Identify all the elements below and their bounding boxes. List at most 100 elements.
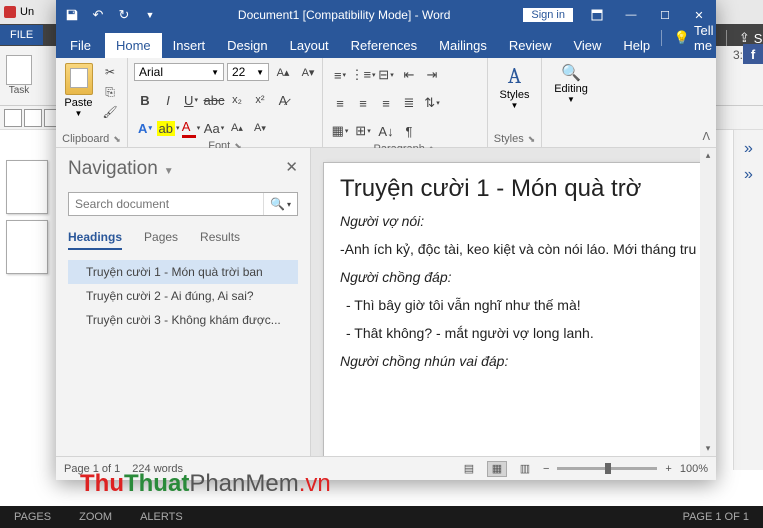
signin-button[interactable]: Sign in — [522, 7, 574, 23]
font-name-select[interactable]: Arial▼ — [134, 63, 224, 81]
nav-heading-item[interactable]: Truyện cười 1 - Món quà trời ban — [68, 260, 298, 284]
font-size-value: 22 — [232, 65, 245, 79]
clear-format-icon[interactable]: A̷ — [272, 89, 294, 111]
shrink-font2-icon[interactable]: A▾ — [249, 117, 271, 139]
zoom-in-icon[interactable]: + — [665, 463, 671, 475]
underline-button[interactable]: U▾ — [180, 89, 202, 111]
change-case-icon[interactable]: Aa▾ — [203, 117, 225, 139]
editing-button[interactable]: 🔍 Editing ▼ — [546, 61, 596, 106]
tellme-button[interactable]: 💡Tell me — [666, 18, 722, 58]
bullets-icon[interactable]: ≡▾ — [329, 64, 351, 86]
tab-view[interactable]: View — [562, 33, 612, 58]
share-button[interactable]: ⇪ Share — [731, 25, 763, 51]
italic-button[interactable]: I — [157, 89, 179, 111]
bg-file-tab[interactable]: FILE — [0, 25, 43, 45]
show-marks-icon[interactable]: ¶ — [398, 120, 420, 142]
bold-button[interactable]: B — [134, 89, 156, 111]
justify-icon[interactable]: ≣ — [398, 92, 420, 114]
align-center-icon[interactable]: ≡ — [352, 92, 374, 114]
chevron-icon[interactable]: » — [744, 140, 753, 158]
ribbon-options-icon[interactable] — [580, 0, 614, 30]
decrease-indent-icon[interactable]: ⇤ — [398, 64, 420, 86]
nav-heading-item[interactable]: Truyện cười 3 - Không khám được... — [68, 308, 298, 332]
tab-insert[interactable]: Insert — [162, 33, 217, 58]
nav-close-icon[interactable]: ✕ — [285, 158, 298, 176]
web-layout-icon[interactable]: ▥ — [515, 461, 535, 477]
print-layout-icon[interactable]: ▦ — [487, 461, 507, 477]
increase-indent-icon[interactable]: ⇥ — [421, 64, 443, 86]
doc-heading: Truyện cười 1 - Món quà trờ — [340, 175, 699, 203]
qat-dropdown-icon[interactable]: ▼ — [138, 3, 162, 27]
document-area: Truyện cười 1 - Món quà trờ Người vợ nói… — [311, 148, 716, 456]
nav-tab-results[interactable]: Results — [200, 230, 240, 250]
read-mode-icon[interactable]: ▤ — [459, 461, 479, 477]
doc-text: - Thì bây giờ tôi vẫn nghĩ như thế mà! — [340, 297, 699, 313]
zoom-value[interactable]: 100% — [680, 463, 708, 475]
redo-icon[interactable]: ↻ — [112, 3, 136, 27]
tab-design[interactable]: Design — [216, 33, 278, 58]
tab-references[interactable]: References — [340, 33, 428, 58]
grow-font-icon[interactable]: A▴ — [272, 61, 294, 83]
chevron-icon[interactable]: » — [744, 166, 753, 184]
search-input[interactable] — [69, 193, 263, 215]
sort-icon[interactable]: A↓ — [375, 120, 397, 142]
text-effects-icon[interactable]: A▾ — [134, 117, 156, 139]
scrollbar[interactable]: ▴▾ — [700, 148, 716, 456]
shrink-font-icon[interactable]: A▾ — [297, 61, 319, 83]
nav-search: 🔍▾ — [68, 192, 298, 216]
format-painter-icon[interactable]: 🖌 — [99, 103, 121, 121]
nav-heading-item[interactable]: Truyện cười 2 - Ai đúng, Ai sai? — [68, 284, 298, 308]
align-right-icon[interactable]: ≡ — [375, 92, 397, 114]
copy-icon[interactable]: ⎘ — [99, 83, 121, 101]
paste-button[interactable]: Paste ▼ — [62, 61, 95, 118]
status-page[interactable]: Page 1 of 1 — [64, 463, 120, 475]
save-icon[interactable] — [60, 3, 84, 27]
shading-icon[interactable]: ▦▾ — [329, 120, 351, 142]
nav-dropdown-icon[interactable]: ▼ — [164, 166, 174, 177]
status-zoom[interactable]: ZOOM — [65, 507, 126, 527]
minimize-icon[interactable]: — — [614, 0, 648, 30]
search-button[interactable]: 🔍▾ — [263, 193, 297, 215]
line-spacing-icon[interactable]: ⇅▾ — [421, 92, 443, 114]
numbering-icon[interactable]: ⋮≡▾ — [352, 64, 374, 86]
slide-thumb[interactable] — [6, 220, 48, 274]
tab-review[interactable]: Review — [498, 33, 563, 58]
tab-home[interactable]: Home — [105, 33, 162, 58]
tab-mailings[interactable]: Mailings — [428, 33, 498, 58]
grow-font2-icon[interactable]: A▴ — [226, 117, 248, 139]
share-icon: ⇪ — [739, 30, 750, 46]
bg-view-btn[interactable] — [4, 109, 22, 127]
zoom-slider[interactable] — [557, 467, 657, 470]
strike-button[interactable]: abc — [203, 89, 225, 111]
borders-icon[interactable]: ⊞▾ — [352, 120, 374, 142]
styles-button[interactable]: A Styles ▼ — [492, 61, 538, 112]
dialog-launcher-icon[interactable]: ⬊ — [528, 134, 536, 145]
bg-view-btn[interactable] — [24, 109, 42, 127]
document-page[interactable]: Truyện cười 1 - Món quà trờ Người vợ nói… — [323, 162, 716, 456]
multilevel-icon[interactable]: ⊟▾ — [375, 64, 397, 86]
zoom-out-icon[interactable]: − — [543, 463, 549, 475]
tab-help[interactable]: Help — [612, 33, 661, 58]
tab-layout[interactable]: Layout — [279, 33, 340, 58]
status-words[interactable]: 224 words — [132, 463, 183, 475]
font-color-icon[interactable]: A▾ — [180, 117, 202, 139]
subscript-button[interactable]: x₂ — [226, 89, 248, 111]
dialog-launcher-icon[interactable]: ⬊ — [113, 134, 121, 145]
cut-icon[interactable]: ✂ — [99, 63, 121, 81]
highlight-icon[interactable]: ab▾ — [157, 117, 179, 139]
share-label: Share — [754, 31, 763, 46]
font-size-select[interactable]: 22▼ — [227, 63, 269, 81]
tab-file[interactable]: File — [56, 33, 105, 58]
find-icon: 🔍 — [561, 63, 581, 83]
doc-text: Người chồng đáp: — [340, 269, 699, 285]
window-title: Document1 [Compatibility Mode] - Word — [238, 8, 451, 22]
collapse-ribbon-icon[interactable]: ᐱ — [702, 130, 710, 143]
nav-tab-headings[interactable]: Headings — [68, 230, 122, 250]
undo-icon[interactable]: ↶ — [86, 3, 110, 27]
nav-tab-pages[interactable]: Pages — [144, 230, 178, 250]
status-alerts[interactable]: ALERTS — [126, 507, 197, 527]
slide-thumb[interactable] — [6, 160, 48, 214]
superscript-button[interactable]: x² — [249, 89, 271, 111]
status-pages[interactable]: PAGES — [0, 507, 65, 527]
align-left-icon[interactable]: ≡ — [329, 92, 351, 114]
